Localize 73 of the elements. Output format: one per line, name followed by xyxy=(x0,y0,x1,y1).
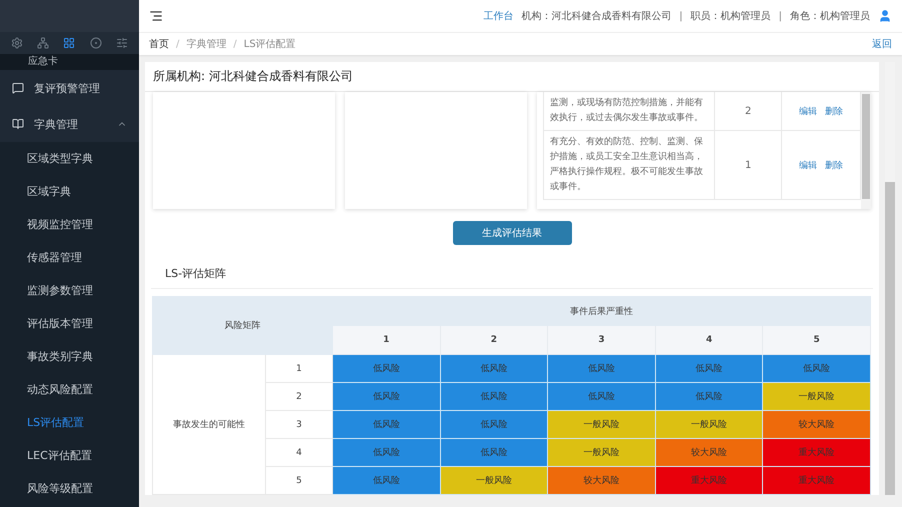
header-info: 职员：机构管理员 xyxy=(690,10,771,23)
risk-cell: 较大风险 xyxy=(548,466,656,494)
risk-cell: 一般风险 xyxy=(762,382,870,410)
table-cell: 监测，或现场有防范控制措施，并能有效执行，或过去偶尔发生事故或事件。 xyxy=(544,92,716,130)
risk-cell: 重大风险 xyxy=(762,438,870,466)
breadcrumb-link[interactable]: LS评估配置 xyxy=(244,37,296,51)
table-cell: 5 xyxy=(266,466,332,494)
risk-cell: 低风险 xyxy=(332,382,440,410)
table-header: 事件后果严重性 xyxy=(332,296,870,326)
table-header: 3 xyxy=(548,326,656,354)
edit-link[interactable]: 编辑 xyxy=(799,104,818,118)
sidebar-group[interactable]: 字典管理 xyxy=(0,106,139,142)
risk-cell: 低风险 xyxy=(332,354,440,382)
table-header: 风险矩阵 xyxy=(152,296,332,354)
risk-cell: 低风险 xyxy=(440,410,548,438)
risk-cell: 低风险 xyxy=(548,382,656,410)
separator: | xyxy=(679,10,683,22)
risk-cell: 低风险 xyxy=(332,438,440,466)
delete-link[interactable]: 删除 xyxy=(825,104,844,118)
risk-cell: 一般风险 xyxy=(548,410,656,438)
sidebar-group[interactable]: 复评预警管理 xyxy=(0,70,139,106)
settings-icon[interactable] xyxy=(11,37,24,49)
risk-cell: 一般风险 xyxy=(548,438,656,466)
risk-cell: 低风险 xyxy=(332,466,440,494)
grid-icon[interactable] xyxy=(63,37,76,49)
risk-cell: 一般风险 xyxy=(655,410,763,438)
risk-cell: 低风险 xyxy=(440,382,548,410)
workbench-link[interactable]: 工作台 xyxy=(483,9,514,23)
breadcrumb-link[interactable]: 首页 xyxy=(149,37,169,51)
risk-cell: 重大风险 xyxy=(762,466,870,494)
risk-cell: 较大风险 xyxy=(655,438,763,466)
risk-cell: 低风险 xyxy=(655,354,763,382)
header-info: 角色：机构管理员 xyxy=(790,10,870,23)
table-cell: 1 xyxy=(715,131,782,200)
sidebar-item[interactable]: 应急卡 xyxy=(0,54,139,70)
table-cell: 3 xyxy=(266,410,332,438)
table-cell: 2 xyxy=(715,92,782,130)
book-icon xyxy=(12,118,24,130)
table-header: 5 xyxy=(762,326,870,354)
chat-icon xyxy=(12,82,24,94)
sliders-icon[interactable] xyxy=(116,37,128,49)
table-header: 1 xyxy=(332,326,440,354)
breadcrumb-separator: / xyxy=(176,38,180,50)
table-cell: 有充分、有效的防范、控制、监测、保护措施，或员工安全卫生意识相当高，严格执行操作规程。极不可能发生事故或事件。 xyxy=(544,131,716,200)
risk-cell: 低风险 xyxy=(655,382,763,410)
back-link[interactable]: 返回 xyxy=(872,37,892,51)
delete-link[interactable]: 删除 xyxy=(825,158,844,172)
table-cell: 1 xyxy=(266,354,332,382)
breadcrumb-separator: / xyxy=(233,38,237,50)
table-cell: 事故发生的可能性 xyxy=(152,354,266,494)
risk-cell: 重大风险 xyxy=(655,466,763,494)
menu-icon[interactable] xyxy=(149,9,163,23)
risk-cell: 低风险 xyxy=(332,410,440,438)
header-info: 机构：河北科健合成香料有限公司 xyxy=(521,10,672,23)
risk-cell: 低风险 xyxy=(548,354,656,382)
risk-cell: 一般风险 xyxy=(440,466,548,494)
scrollbar[interactable] xyxy=(861,92,872,209)
risk-cell: 低风险 xyxy=(440,354,548,382)
breadcrumb-link[interactable]: 字典管理 xyxy=(186,37,226,51)
risk-cell: 较大风险 xyxy=(762,410,870,438)
edit-link[interactable]: 编辑 xyxy=(799,158,818,172)
target-icon[interactable] xyxy=(90,37,102,49)
risk-cell: 低风险 xyxy=(762,354,870,382)
generate-button[interactable]: 生成评估结果 xyxy=(452,220,572,245)
user-avatar-icon[interactable] xyxy=(878,9,892,23)
table-cell: 2 xyxy=(266,382,332,410)
section-title: LS-评估矩阵 xyxy=(151,258,873,289)
table-header: 4 xyxy=(655,326,763,354)
network-icon[interactable] xyxy=(37,37,50,49)
table-header: 2 xyxy=(440,326,548,354)
separator: | xyxy=(778,10,782,22)
table-cell: 4 xyxy=(266,438,332,466)
risk-cell: 低风险 xyxy=(440,438,548,466)
